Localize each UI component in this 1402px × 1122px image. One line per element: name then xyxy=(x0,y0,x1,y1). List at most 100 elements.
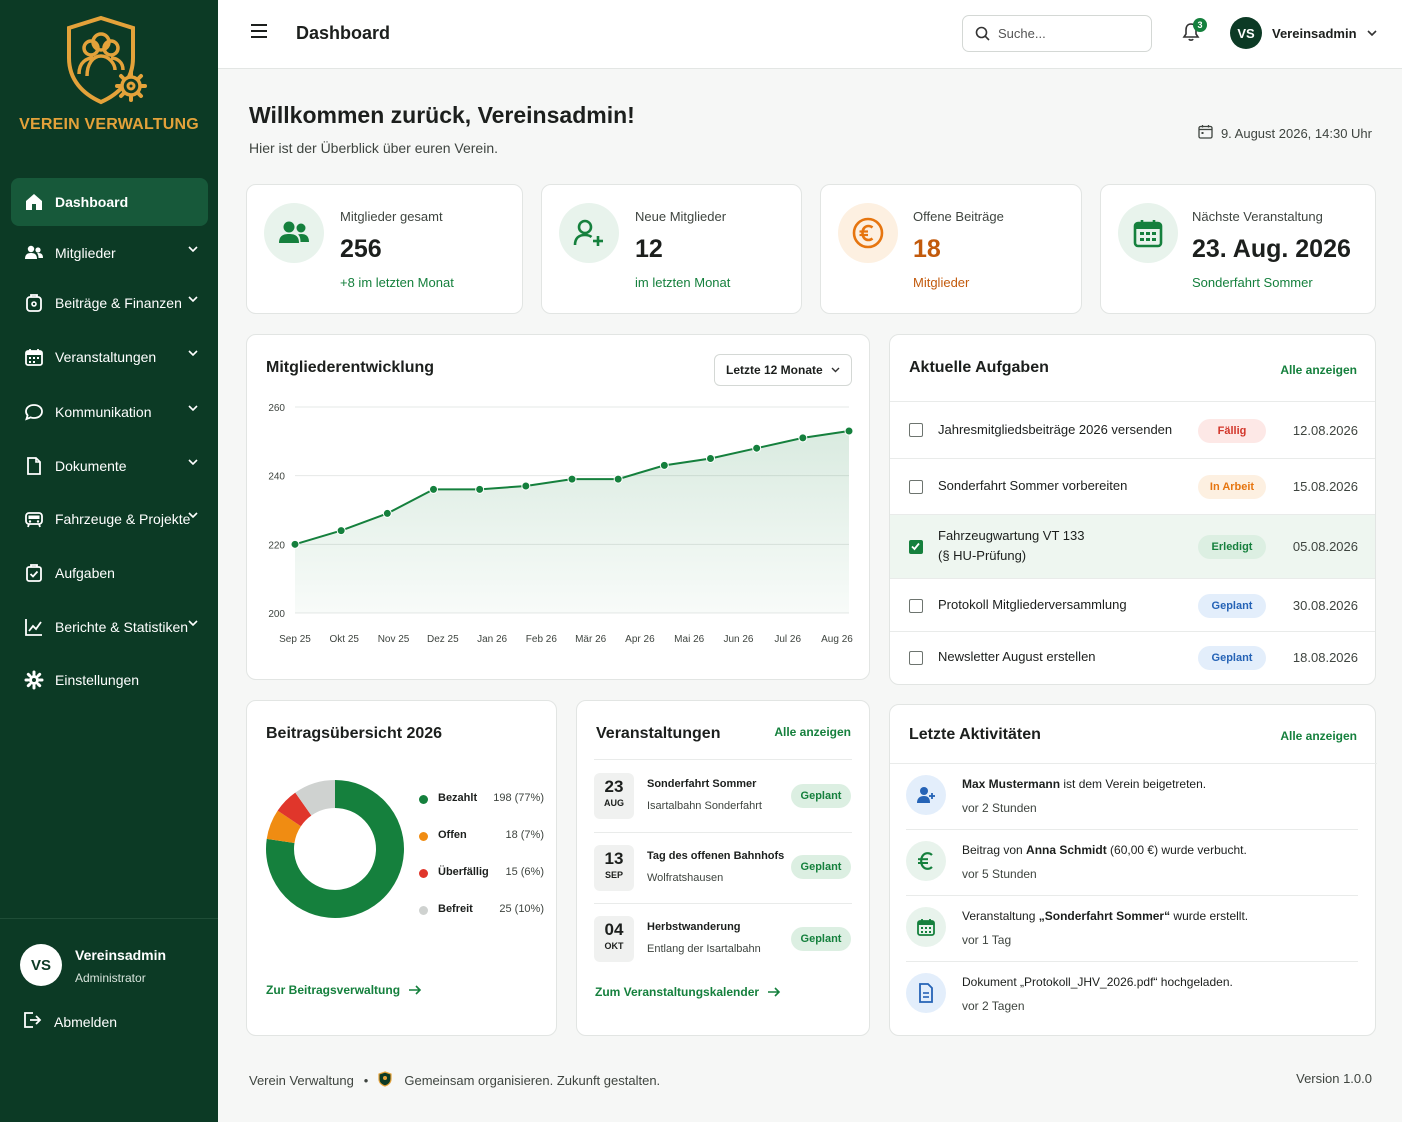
activity-item[interactable]: Beitrag von Anna Schmidt (60,00 €) wurde… xyxy=(890,829,1376,895)
sidebar-item-mitglieder[interactable]: Mitglieder xyxy=(11,229,208,277)
activities-show-all-link[interactable]: Alle anzeigen xyxy=(1280,729,1357,743)
task-checkbox[interactable] xyxy=(909,480,923,494)
data-point[interactable] xyxy=(521,481,531,491)
wallet-icon xyxy=(23,292,45,314)
x-tick-label: Apr 26 xyxy=(625,634,655,645)
data-point[interactable] xyxy=(752,443,762,453)
avatar: VS xyxy=(1230,17,1262,49)
legend-label: Befreit xyxy=(438,903,473,915)
sidebar-item-fahrzeuge[interactable]: Fahrzeuge & Projekte xyxy=(11,495,208,543)
event-place: Isartalbahn Sonderfahrt xyxy=(647,800,762,812)
data-point[interactable] xyxy=(567,474,577,484)
menu-toggle-button[interactable] xyxy=(250,24,268,41)
sidebar-item-einstellungen[interactable]: Einstellungen xyxy=(11,656,208,704)
activity-item[interactable]: Veranstaltung „Sonderfahrt Sommer“ wurde… xyxy=(890,895,1376,961)
footer: Verein Verwaltung • Gemeinsam organisier… xyxy=(249,1071,660,1090)
member-chart: 200 220 240 260 Sep 25 Okt 25 Nov 25 Dez 25 Jan … xyxy=(268,403,854,645)
logout-button[interactable]: Abmelden xyxy=(22,1010,117,1033)
sidebar-item-aufgaben[interactable]: Aufgaben xyxy=(11,549,208,597)
stat-card-new-members[interactable]: Neue Mitglieder 12 im letzten Monat xyxy=(541,184,802,314)
task-text: Newsletter August erstellen xyxy=(938,649,1096,664)
events-calendar-link[interactable]: Zum Veranstaltungskalender xyxy=(595,985,781,999)
app-name: VEREIN VERWALTUNG xyxy=(19,116,199,133)
task-date: 18.08.2026 xyxy=(1292,650,1358,665)
sidebar-item-berichte[interactable]: Berichte & Statistiken xyxy=(11,603,208,651)
donut-slice[interactable] xyxy=(266,810,302,844)
sidebar-item-dashboard[interactable]: Dashboard xyxy=(11,178,208,226)
logout-label: Abmelden xyxy=(54,1013,118,1030)
vehicle-icon xyxy=(23,508,45,530)
data-point[interactable] xyxy=(613,474,623,484)
sidebar-user[interactable]: VS Vereinsadmin Administrator xyxy=(20,944,210,988)
x-tick-label: Mai 26 xyxy=(674,634,704,645)
donut-slice[interactable] xyxy=(277,792,312,827)
event-place: Entlang der Isartalbahn xyxy=(647,943,761,955)
card-title: Letzte Aktivitäten xyxy=(909,726,1041,743)
activity-time: vor 5 Stunden xyxy=(962,867,1037,881)
task-row[interactable]: Sonderfahrt Sommer vorbereiten In Arbeit… xyxy=(890,458,1375,514)
search-box[interactable] xyxy=(962,15,1152,52)
activity-time: vor 2 Stunden xyxy=(962,801,1037,815)
users-icon xyxy=(23,242,45,264)
task-row[interactable]: Newsletter August erstellen Geplant 18.0… xyxy=(890,631,1375,684)
events-show-all-link[interactable]: Alle anzeigen xyxy=(774,725,851,739)
sidebar-item-kommunikation[interactable]: Kommunikation xyxy=(11,388,208,436)
app-logo[interactable]: VEREIN VERWALTUNG xyxy=(0,14,218,134)
activity-item[interactable]: Dokument „Protokoll_JHV_2026.pdf“ hochge… xyxy=(890,961,1376,1027)
stat-label: Offene Beiträge xyxy=(913,209,1004,224)
event-item[interactable]: 13 SEP Tag des offenen Bahnhofs Wolfrats… xyxy=(577,832,869,904)
task-checkbox[interactable] xyxy=(909,599,923,613)
notifications-button[interactable]: 3 xyxy=(1182,18,1207,45)
chevron-down-icon xyxy=(188,350,198,356)
user-menu[interactable]: VS Vereinsadmin xyxy=(1230,17,1377,49)
sidebar-item-label: Einstellungen xyxy=(55,672,140,688)
x-tick-label: Okt 25 xyxy=(330,634,360,645)
task-row[interactable]: Protokoll Mitgliederversammlung Geplant … xyxy=(890,578,1375,631)
donut-slice[interactable] xyxy=(295,780,336,816)
tasks-show-all-link[interactable]: Alle anzeigen xyxy=(1280,363,1357,377)
fees-card: Beitragsübersicht 2026 Bezahlt 198 (77%)… xyxy=(246,700,557,1036)
stat-card-members[interactable]: Mitglieder gesamt 256 +8 im letzten Mona… xyxy=(246,184,523,314)
event-item[interactable]: 23 AUG Sonderfahrt Sommer Isartalbahn So… xyxy=(577,760,869,832)
data-point[interactable] xyxy=(706,454,715,463)
data-point[interactable] xyxy=(844,426,854,436)
legend-label: Überfällig xyxy=(438,866,489,878)
task-checkbox[interactable] xyxy=(909,651,923,665)
task-row[interactable]: Jahresmitgliedsbeiträge 2026 versenden F… xyxy=(890,401,1375,458)
data-point[interactable] xyxy=(336,526,346,536)
data-point[interactable] xyxy=(290,539,300,549)
fees-donut-chart xyxy=(266,780,404,918)
footer-tagline: Gemeinsam organisieren. Zukunft gestalte… xyxy=(404,1073,661,1088)
document-icon xyxy=(23,455,45,477)
event-item[interactable]: 04 OKT Herbstwanderung Entlang der Isart… xyxy=(577,903,869,975)
welcome-subtitle: Hier ist der Überblick über euren Verein… xyxy=(249,140,499,156)
shield-users-logo-icon xyxy=(67,15,147,105)
event-date: 23 AUG xyxy=(594,773,634,819)
notification-badge: 3 xyxy=(1193,18,1207,32)
search-input[interactable] xyxy=(998,26,1138,41)
task-row[interactable]: Fahrzeugwartung VT 133 (§ HU-Prüfung) Er… xyxy=(890,514,1375,578)
event-title: Herbstwanderung xyxy=(647,921,741,933)
data-point[interactable] xyxy=(798,433,808,443)
task-checkbox[interactable] xyxy=(909,423,923,437)
activity-item[interactable]: Max Mustermann ist dem Verein beigetrete… xyxy=(890,763,1376,829)
x-tick-label: Nov 25 xyxy=(378,634,410,645)
logout-icon xyxy=(22,1010,42,1033)
activity-highlight: „Sonderfahrt Sommer“ xyxy=(1038,909,1171,923)
data-point[interactable] xyxy=(429,484,438,494)
data-point[interactable] xyxy=(659,460,669,470)
sidebar-item-dokumente[interactable]: Dokumente xyxy=(11,442,208,490)
sidebar-item-label: Mitglieder xyxy=(55,245,116,261)
events-card: Veranstaltungen Alle anzeigen 23 AUG Son… xyxy=(576,700,870,1036)
datetime-text: 9. August 2026, 14:30 Uhr xyxy=(1220,125,1372,141)
data-point[interactable] xyxy=(382,508,392,518)
stat-card-open-fees[interactable]: Offene Beiträge 18 Mitglieder xyxy=(820,184,1082,314)
stat-card-next-event[interactable]: Nächste Veranstaltung 23. Aug. 2026 Sond… xyxy=(1100,184,1376,314)
task-checkbox[interactable] xyxy=(909,540,923,554)
sidebar-item-veranstaltungen[interactable]: Veranstaltungen xyxy=(11,333,208,381)
sidebar-item-beitraege[interactable]: Beiträge & Finanzen xyxy=(11,279,208,327)
fees-manage-link[interactable]: Zur Beitragsverwaltung xyxy=(266,983,422,997)
range-select[interactable]: Letzte 12 Monate xyxy=(714,354,852,386)
data-point[interactable] xyxy=(475,484,485,494)
status-badge: In Arbeit xyxy=(1198,475,1266,499)
